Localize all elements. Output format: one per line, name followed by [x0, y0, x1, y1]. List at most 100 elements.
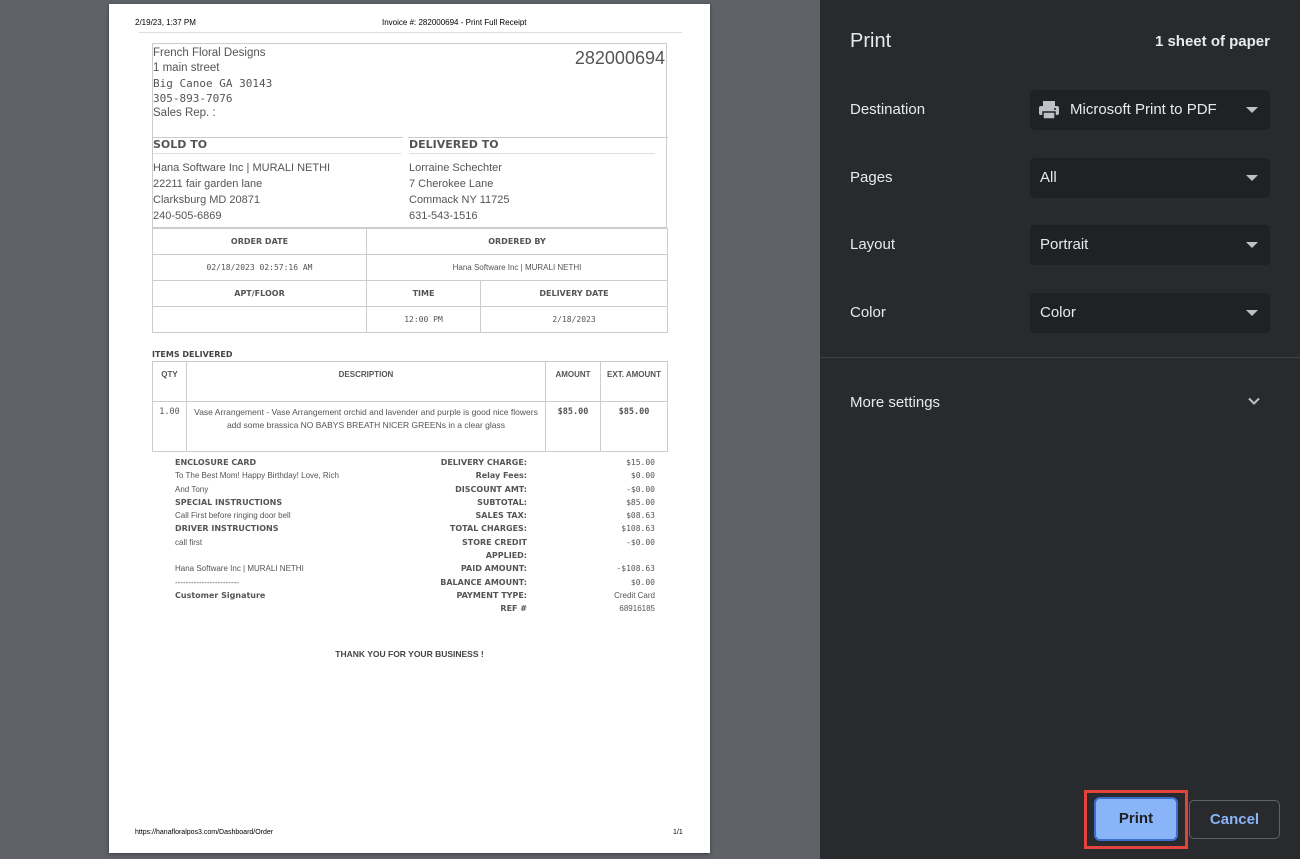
delivered-to-line: Lorraine Schechter: [409, 162, 502, 174]
totals-value: $0.00: [630, 471, 655, 481]
cancel-button[interactable]: Cancel: [1189, 800, 1280, 839]
delivered-to-line: Commack NY 11725: [409, 194, 510, 206]
sheet-count: 1 sheet of paper: [1154, 33, 1270, 50]
totals-label: PAYMENT TYPE:: [456, 590, 528, 600]
destination-value: Microsoft Print to PDF: [1070, 101, 1217, 118]
apt-floor-header: APT/FLOOR: [152, 280, 367, 307]
layout-select[interactable]: Portrait: [1030, 225, 1270, 265]
preview-page: 2/19/23, 1:37 PM Invoice #: 282000694 - …: [109, 4, 710, 853]
ordered-by-value: Hana Software Inc | MURALI NETHI: [365, 254, 669, 281]
totals-value: Credit Card: [614, 590, 655, 600]
totals-value: -$0.00: [626, 484, 655, 494]
totals-value: [561, 549, 655, 562]
color-label: Color: [850, 304, 886, 321]
driver-instructions-text: call first: [175, 537, 203, 547]
totals-label: BALANCE AMOUNT:: [440, 577, 527, 587]
totals-value: $15.00: [626, 458, 655, 467]
pages-value: All: [1040, 169, 1057, 186]
totals-label: TOTAL CHARGES:: [449, 524, 527, 534]
page-header-title: Invoice #: 282000694 - Print Full Receip…: [382, 18, 527, 27]
delivery-date-value: 2/18/2023: [479, 306, 669, 333]
sold-to-line: Clarksburg MD 20871: [153, 194, 260, 206]
apt-floor-value: [152, 306, 367, 333]
more-settings-toggle[interactable]: More settings: [850, 394, 940, 411]
delivered-to-line: 631-543-1516: [409, 210, 478, 222]
item-qty: 1.00: [152, 401, 187, 452]
header-divider: [139, 32, 682, 33]
dialog-title: Print: [850, 30, 892, 52]
amount-header: AMOUNT: [545, 361, 601, 402]
sold-to-line: Hana Software Inc | MURALI NETHI: [153, 162, 331, 174]
sold-to-address: Hana Software Inc | MURALI NETHI 22211 f…: [153, 160, 330, 224]
shop-city: Big Canoe GA 30143: [153, 77, 273, 90]
signature-line: ------------------------: [175, 577, 239, 587]
pages-label: Pages: [850, 169, 893, 186]
sales-rep: Sales Rep. :: [153, 107, 216, 119]
totals-label: DELIVERY CHARGE:: [440, 458, 527, 467]
page-footer-url: https://hanafloralpos3.com/Dashboard/Ord…: [135, 829, 274, 836]
totals-value: $0.00: [630, 577, 655, 587]
destination-select[interactable]: Microsoft Print to PDF: [1030, 90, 1270, 130]
order-date-header: ORDER DATE: [152, 228, 367, 255]
chevron-down-icon[interactable]: [1246, 393, 1262, 409]
destination-label: Destination: [850, 101, 926, 118]
item-amount: $85.00: [545, 401, 601, 452]
sold-to-line: 22211 fair garden lane: [153, 178, 263, 190]
shop-info: French Floral Designs 1 main street Big …: [153, 46, 272, 121]
shop-street: 1 main street: [153, 62, 220, 74]
signature-label: Customer Signature: [175, 590, 266, 600]
totals-value: $08.63: [626, 511, 655, 521]
totals-label: STORE CREDIT: [462, 537, 527, 547]
pages-select[interactable]: All: [1030, 158, 1270, 198]
order-info-table: ORDER DATE ORDERED BY 02/18/2023 02:57:1…: [152, 228, 669, 333]
delivered-to-line: 7 Cherokee Lane: [409, 178, 494, 190]
description-header: DESCRIPTION: [186, 361, 546, 402]
shop-phone: 305-893-7076: [153, 92, 233, 105]
color-value: Color: [1040, 304, 1076, 321]
print-preview-area: 2/19/23, 1:37 PM Invoice #: 282000694 - …: [0, 0, 820, 859]
totals-label: Relay Fees:: [475, 471, 527, 481]
totals-label: PAID AMOUNT:: [460, 564, 527, 574]
printer-icon: [1039, 101, 1059, 120]
table-row: 1.00 Vase Arrangement - Vase Arrangement…: [152, 401, 668, 452]
totals-label: SUBTOTAL:: [477, 497, 527, 507]
signature-name: Hana Software Inc | MURALI NETHI: [175, 564, 304, 574]
totals-label: REF #: [500, 604, 527, 614]
divider: [409, 153, 655, 154]
print-button[interactable]: Print: [1094, 797, 1178, 841]
totals-label: SALES TAX:: [475, 511, 527, 521]
special-instructions-label: SPECIAL INSTRUCTIONS: [175, 497, 283, 507]
invoice-number: 282000694: [574, 48, 665, 68]
totals-label: DISCOUNT AMT:: [455, 484, 527, 494]
dropdown-arrow-icon: [1246, 175, 1258, 181]
enclosure-card-text: To The Best Mom! Happy Birthday! Love, R…: [175, 471, 339, 481]
layout-value: Portrait: [1040, 236, 1089, 253]
item-ext-amount: $85.00: [600, 401, 668, 452]
totals-value: -$0.00: [626, 537, 655, 547]
ext-amount-header: EXT. AMOUNT: [600, 361, 668, 402]
divider: [153, 153, 401, 154]
shop-name: French Floral Designs: [153, 47, 266, 59]
totals-value: 68916185: [619, 604, 655, 614]
qty-header: QTY: [152, 361, 187, 402]
sold-to-heading: SOLD TO: [153, 138, 208, 151]
totals-labels: DELIVERY CHARGE: Relay Fees: DISCOUNT AM…: [399, 456, 527, 616]
time-header: TIME: [366, 280, 481, 307]
dropdown-arrow-icon: [1246, 107, 1258, 113]
totals-values: $15.00 $0.00 -$0.00 $85.00 $08.63 $108.6…: [561, 456, 655, 616]
panel-divider: [820, 357, 1300, 358]
print-settings-panel: Print 1 sheet of paper Destination Micro…: [820, 0, 1300, 859]
totals-value: -$108.63: [616, 564, 655, 574]
enclosure-card-text: And Tony: [175, 484, 209, 494]
totals-label: APPLIED:: [485, 551, 527, 561]
page-footer-number: 1/1: [673, 829, 683, 836]
items-delivered-heading: ITEMS DELIVERED: [152, 350, 233, 359]
time-value: 12:00 PM: [366, 306, 481, 333]
items-table: QTY DESCRIPTION AMOUNT EXT. AMOUNT 1.00 …: [152, 361, 668, 452]
thank-you-message: THANK YOU FOR YOUR BUSINESS !: [335, 649, 484, 659]
ordered-by-header: ORDERED BY: [365, 228, 669, 255]
order-notes: ENCLOSURE CARD To The Best Mom! Happy Bi…: [175, 456, 395, 602]
totals-value: $108.63: [621, 524, 655, 534]
receipt-header-box: French Floral Designs 1 main street Big …: [152, 43, 668, 228]
color-select[interactable]: Color: [1030, 293, 1270, 333]
